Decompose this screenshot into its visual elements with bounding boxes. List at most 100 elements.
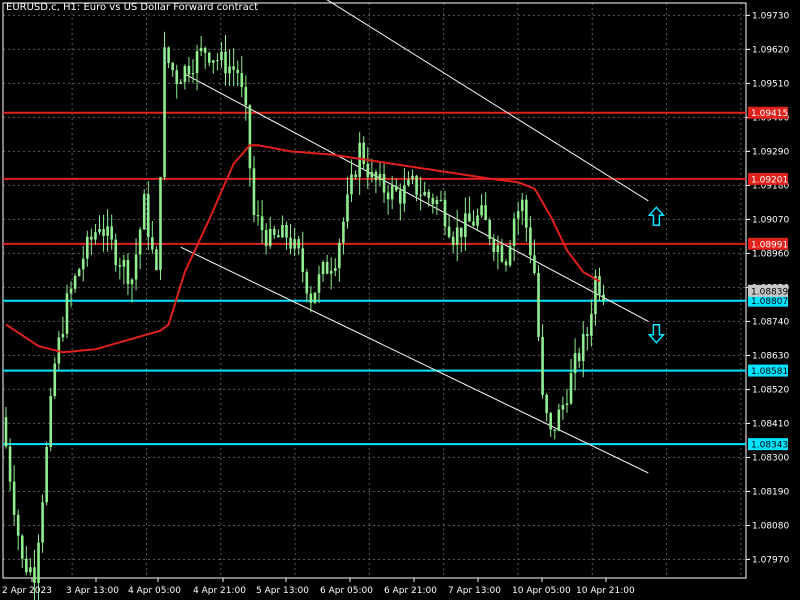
candle-body	[529, 227, 532, 256]
candle-body	[220, 51, 223, 61]
candle-body	[248, 105, 252, 169]
candle-body	[309, 293, 313, 303]
candle-body	[325, 262, 329, 274]
y-tick-label: 1.08190	[752, 487, 789, 497]
candle-body	[504, 261, 508, 266]
support-price-label: 1.08343	[751, 441, 788, 451]
candle-body	[272, 228, 276, 236]
channel-line	[326, 0, 649, 202]
candle-body	[228, 66, 231, 74]
candle-body	[285, 225, 288, 238]
candle-body	[224, 51, 227, 74]
x-tick-label: 3 Apr 13:00	[66, 586, 119, 596]
arrow-up-icon	[647, 206, 666, 227]
y-tick-label: 1.09070	[752, 215, 789, 225]
candle-body	[81, 258, 85, 270]
candle-body	[102, 229, 105, 236]
candle-body	[382, 173, 386, 193]
chart-header: EURUSD.c, H1: Euro vs US Dollar Forward …	[6, 2, 258, 13]
candle-body	[435, 199, 439, 205]
candle-body	[4, 417, 8, 447]
candle-body	[443, 199, 447, 227]
y-tick-label: 1.08520	[752, 385, 789, 395]
candle-body	[439, 199, 443, 201]
candle-body	[317, 274, 321, 293]
candle-body	[403, 185, 406, 204]
candle-body	[203, 47, 207, 53]
candle-body	[476, 215, 479, 226]
candle-body	[557, 409, 561, 431]
candle-body	[464, 213, 467, 237]
candle-body	[508, 245, 512, 266]
candle-body	[488, 220, 492, 240]
candle-body	[390, 185, 394, 200]
y-tick-label: 1.08960	[752, 249, 789, 259]
candle-body	[191, 73, 195, 75]
candle-body	[207, 52, 211, 63]
symbol-label: EURUSD.c, H1:	[6, 2, 81, 13]
candle-body	[541, 336, 544, 395]
y-tick-label: 1.09290	[752, 147, 789, 157]
candle-body	[236, 69, 240, 74]
candle-body	[110, 226, 113, 240]
candle-body	[69, 288, 73, 294]
candle-body	[362, 142, 366, 165]
candle-body	[155, 249, 158, 270]
candle-body	[496, 245, 500, 252]
candle-body	[350, 174, 353, 195]
candle-body	[281, 225, 284, 238]
candle-body	[553, 429, 557, 431]
candle-body	[598, 275, 601, 295]
candle-body	[354, 174, 357, 178]
candle-body	[525, 199, 528, 228]
candle-body	[573, 353, 577, 374]
candle-body	[98, 229, 101, 233]
current-price-label: 1.08839	[751, 287, 788, 297]
candle-body	[447, 226, 451, 237]
candle-body	[407, 179, 410, 186]
candle-body	[561, 404, 565, 410]
candle-body	[346, 194, 349, 222]
candle-body	[374, 172, 378, 181]
candle-body	[8, 446, 12, 482]
candle-body	[569, 373, 573, 404]
candle-body	[159, 177, 162, 270]
resistance-price-label: 1.09201	[751, 175, 788, 185]
x-tick-label: 10 Apr 21:00	[576, 586, 635, 596]
candle-body	[195, 51, 199, 74]
symbol-description: Euro vs US Dollar Forward contract	[83, 2, 259, 13]
candle-body	[94, 232, 97, 240]
candle-body	[199, 47, 203, 52]
candle-body	[142, 194, 146, 230]
candle-body	[167, 47, 170, 63]
candle-body	[20, 535, 24, 559]
candle-body	[427, 191, 431, 198]
candle-body	[25, 558, 28, 573]
candle-body	[163, 47, 166, 178]
y-tick-label: 1.08080	[752, 521, 789, 531]
candle-body	[411, 175, 414, 180]
candle-body	[415, 175, 418, 195]
candle-body	[386, 192, 390, 200]
y-tick-label: 1.08630	[752, 351, 789, 361]
arrow-down-icon	[647, 324, 666, 344]
y-tick-label: 1.09620	[752, 45, 789, 55]
candle-body	[252, 168, 256, 215]
support-price-label: 1.08807	[751, 297, 788, 307]
candle-body	[146, 194, 150, 238]
candle-body	[256, 214, 260, 217]
candle-body	[187, 65, 191, 75]
x-tick-label: 2 Apr 2023	[2, 586, 52, 596]
candle-body	[484, 205, 487, 221]
price-chart: 1.097301.096201.095101.094001.092901.091…	[2, 0, 789, 600]
candle-body	[41, 502, 44, 543]
candle-body	[321, 262, 325, 275]
y-tick-label: 1.07970	[752, 555, 789, 565]
x-tick-label: 10 Apr 05:00	[512, 586, 571, 596]
candle-body	[293, 239, 296, 249]
candle-body	[516, 211, 520, 219]
candle-body	[232, 66, 235, 70]
candle-body	[419, 194, 422, 196]
resistance-price-label: 1.09415	[751, 109, 788, 119]
candle-body	[77, 269, 81, 276]
